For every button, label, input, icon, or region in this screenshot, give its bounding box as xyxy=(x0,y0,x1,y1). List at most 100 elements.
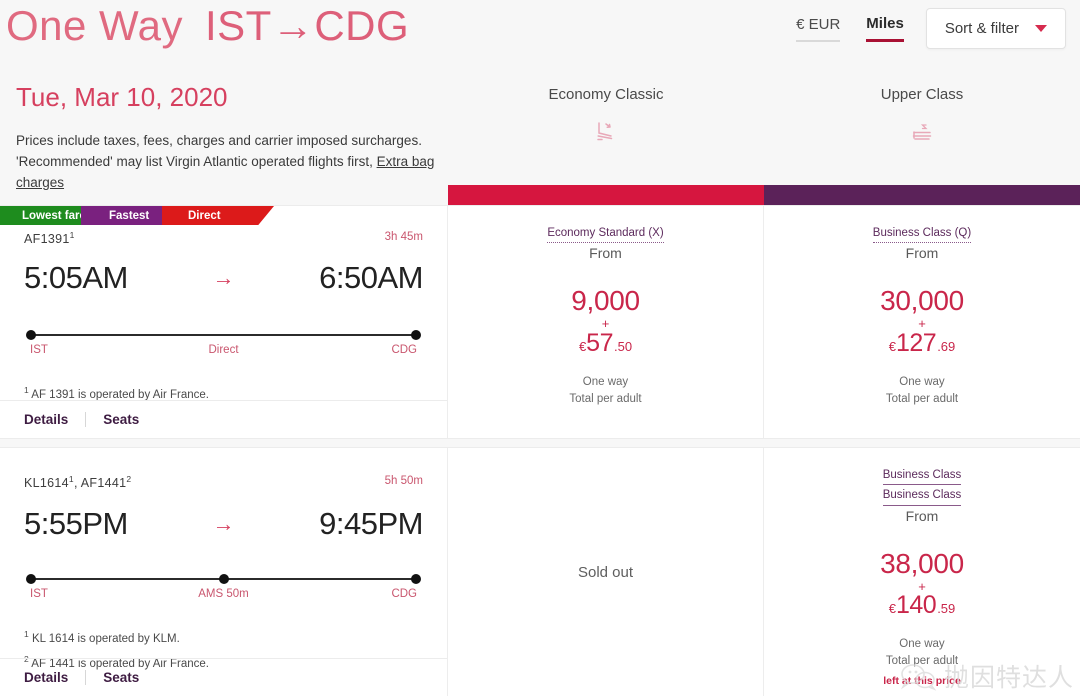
fare-per-adult-note: One way Total per adult xyxy=(569,374,641,409)
fare-cash-amount: € 127 .69 xyxy=(889,329,956,358)
fare-total-label: Total per adult xyxy=(569,393,642,406)
fare-oneway-label: One way xyxy=(582,375,629,388)
flight-number-1-sup: 1 xyxy=(69,230,75,240)
watermark-text: 抛因特达人 xyxy=(943,663,1074,692)
operated-note: 1 KL 1614 is operated by KLM. xyxy=(24,626,209,651)
economy-seat-icon xyxy=(448,119,764,145)
fare-name-link[interactable]: Business Class (Q) xyxy=(872,225,972,244)
page-title: One Way IST→CDG xyxy=(6,2,409,50)
table-row: Lowest fare Fastest Direct AF13911 3h 45… xyxy=(0,205,1080,439)
flight-numbers: AF13911 xyxy=(24,230,75,246)
route-dot-origin xyxy=(26,574,36,584)
currency-symbol: € xyxy=(578,338,587,354)
fare-name-link[interactable]: Business Class xyxy=(882,467,962,486)
fare-miles: 38,000 xyxy=(880,547,964,579)
badge-direct: Direct xyxy=(162,206,274,225)
arrival-time: 6:50AM xyxy=(319,260,423,295)
tab-currency-eur[interactable]: € EUR xyxy=(796,16,841,42)
route-destination-label: CDG xyxy=(391,344,417,356)
arrival-time: 9:45PM xyxy=(319,506,423,541)
fare-name-group: Economy Standard (X) xyxy=(547,223,664,244)
flight-footer-links: Details Seats xyxy=(0,400,447,438)
sort-filter-button[interactable]: Sort & filter xyxy=(925,8,1066,49)
seats-link[interactable]: Seats xyxy=(103,670,139,685)
fare-miles: 30,000 xyxy=(880,285,964,317)
flight-summary-cell: KL16141, AF14412 5h 50m 5:55PM → 9:45PM xyxy=(0,448,448,696)
link-separator xyxy=(85,412,87,427)
fare-from-label: From xyxy=(589,245,622,262)
cabin-bar-economy xyxy=(448,185,764,205)
flight-footer-links: Details Seats xyxy=(0,658,447,696)
header-controls: € EUR Miles Sort & filter xyxy=(796,8,1066,49)
cabin-color-bars xyxy=(448,185,1080,205)
fare-oneway-label: One way xyxy=(899,375,945,388)
fare-miles: 9,000 xyxy=(571,285,640,317)
amount-major: 127 xyxy=(895,328,937,357)
flight-badges: Lowest fare Fastest Direct xyxy=(0,206,447,225)
fare-oneway-label: One way xyxy=(899,638,945,651)
flight-number-1-sup: 1 xyxy=(68,474,74,484)
fare-name-link-2[interactable]: Business Class xyxy=(882,487,962,506)
route-dot-destination xyxy=(411,330,421,340)
flight-times: 5:55PM → 9:45PM xyxy=(24,506,423,542)
flight-numbers: KL16141, AF14412 xyxy=(24,474,132,491)
route-labels: IST AMS 50m CDG xyxy=(30,588,417,606)
route-bar xyxy=(26,574,421,584)
flight-number-2: AF1441 xyxy=(80,476,127,491)
currency-symbol: € xyxy=(888,601,896,617)
table-row: KL16141, AF14412 5h 50m 5:55PM → 9:45PM xyxy=(0,447,1080,696)
link-separator xyxy=(85,670,87,685)
cabin-column-headers: Economy Classic Upper Class xyxy=(448,80,1080,185)
seats-link[interactable]: Seats xyxy=(103,412,139,427)
amount-minor: .59 xyxy=(937,601,956,617)
seats-left-warning: left at this price xyxy=(883,674,961,687)
fare-name-group: Business Class (Q) xyxy=(872,223,972,244)
fare-name-group: Business Class Business Class xyxy=(882,465,962,506)
trip-info-block: Tue, Mar 10, 2020 Prices include taxes, … xyxy=(16,82,436,194)
fare-total-label: Total per adult xyxy=(885,655,959,668)
departure-time: 5:55PM xyxy=(24,506,128,541)
route-line: IST AMS 50m CDG xyxy=(26,574,421,606)
flight-number-2-sup: 2 xyxy=(126,474,132,484)
currency-symbol: € xyxy=(888,338,896,354)
trip-type-label: One Way xyxy=(6,2,183,49)
fare-per-adult-note: One way Total per adult xyxy=(886,636,958,671)
fare-name-link[interactable]: Economy Standard (X) xyxy=(547,225,664,244)
tab-miles[interactable]: Miles xyxy=(866,15,904,42)
sort-filter-label: Sort & filter xyxy=(944,20,1019,37)
fare-cell-upper[interactable]: Business Class Business Class From 38,00… xyxy=(764,448,1080,696)
sold-out-label: Sold out xyxy=(577,563,634,581)
fare-from-label: From xyxy=(905,507,939,524)
flight-times: 5:05AM → 6:50AM xyxy=(24,260,423,296)
fare-cash-amount: € 57 .50 xyxy=(579,329,632,358)
route-stop-label: Direct xyxy=(208,344,239,356)
amount-minor: .69 xyxy=(937,338,956,354)
flight-duration: 5h 50m xyxy=(384,475,423,487)
fare-from-label: From xyxy=(905,245,939,262)
column-label-economy: Economy Classic xyxy=(548,86,664,103)
route-origin-label: IST xyxy=(30,344,48,356)
fare-per-adult-note: One way Total per adult xyxy=(886,374,958,409)
route-dot-destination xyxy=(411,574,421,584)
details-link[interactable]: Details xyxy=(24,412,68,427)
operated-note-sup: 1 xyxy=(24,385,29,395)
flight-results-page: One Way IST→CDG € EUR Miles Sort & filter… xyxy=(0,0,1080,696)
details-link[interactable]: Details xyxy=(24,670,68,685)
route-bar xyxy=(26,330,421,340)
fare-cash-amount: € 140 .59 xyxy=(889,591,956,620)
route-label: IST→CDG xyxy=(205,2,410,49)
fare-cell-economy[interactable]: Economy Standard (X) From 9,000 + € 57 .… xyxy=(448,206,764,438)
route-stop-label: AMS 50m xyxy=(198,588,249,600)
flight-results-list: Lowest fare Fastest Direct AF13911 3h 45… xyxy=(0,205,1080,696)
flight-number-1: KL1614 xyxy=(24,476,69,491)
fare-total-label: Total per adult xyxy=(885,393,959,406)
route-dot-stop xyxy=(218,574,229,584)
route-line: IST Direct CDG xyxy=(26,330,421,362)
route-labels: IST Direct CDG xyxy=(30,344,417,362)
fare-cell-economy: Sold out xyxy=(448,448,764,696)
chevron-down-icon xyxy=(1035,25,1047,32)
route-destination-label: CDG xyxy=(391,588,417,600)
departure-date: Tue, Mar 10, 2020 xyxy=(16,82,228,112)
fare-cell-upper[interactable]: Business Class (Q) From 30,000 + € 127 .… xyxy=(764,206,1080,438)
flight-summary-cell: Lowest fare Fastest Direct AF13911 3h 45… xyxy=(0,206,448,438)
